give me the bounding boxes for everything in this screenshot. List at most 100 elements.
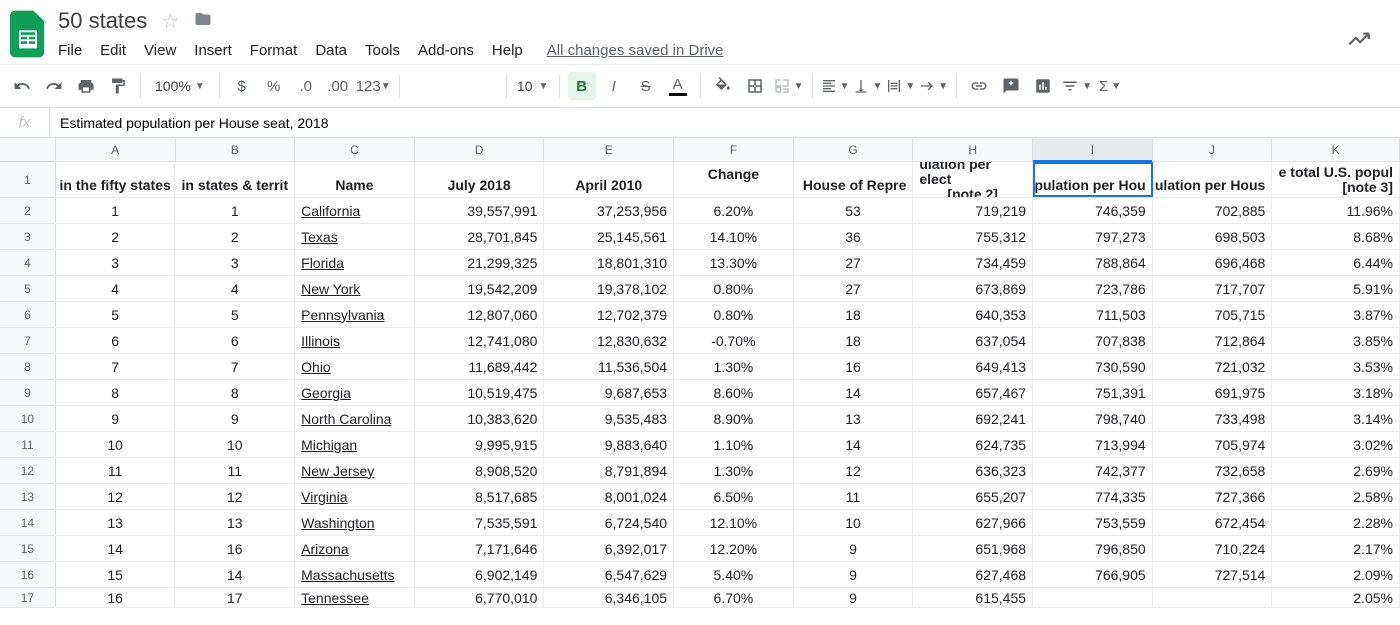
cell[interactable]: 6.70%: [674, 588, 794, 607]
cell[interactable]: 12: [794, 458, 914, 483]
cell[interactable]: 11: [794, 484, 914, 509]
cell[interactable]: 727,366: [1153, 484, 1273, 509]
cell[interactable]: 5: [56, 302, 176, 327]
cell[interactable]: 8.90%: [674, 406, 794, 431]
header-cell[interactable]: Change: [674, 162, 794, 197]
cell[interactable]: 3: [175, 250, 295, 275]
cell[interactable]: 13: [56, 510, 176, 535]
cell[interactable]: 6,547,629: [544, 562, 674, 587]
cell[interactable]: 3.53%: [1272, 354, 1400, 379]
cell[interactable]: 691,975: [1153, 380, 1273, 405]
cell[interactable]: -0.70%: [674, 328, 794, 353]
row-header[interactable]: 3: [0, 224, 56, 249]
cell-link[interactable]: Massachusetts: [295, 562, 415, 587]
cell[interactable]: 2.05%: [1272, 588, 1400, 607]
cell[interactable]: 3.87%: [1272, 302, 1400, 327]
header-cell[interactable]: April 2010: [544, 162, 674, 197]
cell-link[interactable]: Florida: [295, 250, 415, 275]
cell[interactable]: 6: [175, 328, 295, 353]
cell[interactable]: 730,590: [1033, 354, 1153, 379]
cell[interactable]: 9: [56, 406, 176, 431]
insert-comment-button[interactable]: [997, 72, 1025, 100]
header-cell[interactable]: Name: [295, 162, 415, 197]
row-header[interactable]: 2: [0, 198, 56, 223]
text-wrap-button[interactable]: ▼: [886, 72, 915, 100]
folder-icon[interactable]: [193, 10, 213, 33]
star-icon[interactable]: ☆: [161, 9, 179, 34]
cell[interactable]: 25,145,561: [544, 224, 674, 249]
cell[interactable]: [1153, 588, 1273, 607]
cell-link[interactable]: Ohio: [295, 354, 415, 379]
cell[interactable]: 5.91%: [1272, 276, 1400, 301]
cell[interactable]: 788,864: [1033, 250, 1153, 275]
cell[interactable]: 615,455: [913, 588, 1033, 607]
cell[interactable]: 755,312: [913, 224, 1033, 249]
cell[interactable]: 5: [175, 302, 295, 327]
insert-link-button[interactable]: [965, 72, 993, 100]
cell[interactable]: 53: [794, 198, 914, 223]
cell[interactable]: 10: [794, 510, 914, 535]
cell[interactable]: 36: [794, 224, 914, 249]
col-header-K[interactable]: K: [1272, 138, 1400, 161]
cell[interactable]: 734,459: [913, 250, 1033, 275]
cell[interactable]: 3.85%: [1272, 328, 1400, 353]
cell[interactable]: 9,995,915: [415, 432, 545, 457]
header-cell[interactable]: July 2018: [415, 162, 545, 197]
cell[interactable]: 37,253,956: [544, 198, 674, 223]
text-rotation-button[interactable]: ▼: [919, 72, 948, 100]
cell[interactable]: 733,498: [1153, 406, 1273, 431]
cell[interactable]: 11: [175, 458, 295, 483]
formula-input[interactable]: [50, 115, 1400, 131]
menu-format[interactable]: Format: [250, 42, 298, 59]
explore-icon[interactable]: [1346, 26, 1372, 55]
cell[interactable]: 10: [56, 432, 176, 457]
cell[interactable]: 673,869: [913, 276, 1033, 301]
cell[interactable]: 16: [56, 588, 176, 607]
cell-link[interactable]: Virginia: [295, 484, 415, 509]
cell[interactable]: 0.80%: [674, 302, 794, 327]
cell[interactable]: 624,735: [913, 432, 1033, 457]
cell[interactable]: 11: [56, 458, 176, 483]
cell-link[interactable]: Pennsylvania: [295, 302, 415, 327]
cell[interactable]: 3.18%: [1272, 380, 1400, 405]
cell[interactable]: 19,378,102: [544, 276, 674, 301]
cell-link[interactable]: Tennessee: [295, 588, 415, 607]
menu-insert[interactable]: Insert: [194, 42, 232, 59]
cell[interactable]: 1: [175, 198, 295, 223]
row-header[interactable]: 11: [0, 432, 56, 457]
cell[interactable]: 753,559: [1033, 510, 1153, 535]
cell[interactable]: 3: [56, 250, 176, 275]
cell[interactable]: 721,032: [1153, 354, 1273, 379]
cell[interactable]: 9,883,640: [544, 432, 674, 457]
text-color-button[interactable]: A: [664, 72, 692, 100]
col-header-F[interactable]: F: [674, 138, 794, 161]
row-header[interactable]: 5: [0, 276, 56, 301]
cell[interactable]: 7: [175, 354, 295, 379]
cell-link[interactable]: Texas: [295, 224, 415, 249]
merge-cells-button[interactable]: ▼: [773, 72, 804, 100]
cell[interactable]: 746,359: [1033, 198, 1153, 223]
cell[interactable]: 8.60%: [674, 380, 794, 405]
cell[interactable]: 14: [56, 536, 176, 561]
cell[interactable]: 12,830,632: [544, 328, 674, 353]
cell[interactable]: [1033, 588, 1153, 607]
cell[interactable]: 627,468: [913, 562, 1033, 587]
cell[interactable]: 27: [794, 276, 914, 301]
cell[interactable]: 6.20%: [674, 198, 794, 223]
cell[interactable]: 1.10%: [674, 432, 794, 457]
cell[interactable]: 7: [56, 354, 176, 379]
cell[interactable]: 7,535,591: [415, 510, 545, 535]
cell[interactable]: 657,467: [913, 380, 1033, 405]
cell[interactable]: 12,741,080: [415, 328, 545, 353]
cell[interactable]: 636,323: [913, 458, 1033, 483]
cell[interactable]: 723,786: [1033, 276, 1153, 301]
cell[interactable]: 6,346,105: [544, 588, 674, 607]
cell[interactable]: 8,517,685: [415, 484, 545, 509]
row-header[interactable]: 16: [0, 562, 56, 587]
cell[interactable]: 16: [175, 536, 295, 561]
cell[interactable]: 12,702,379: [544, 302, 674, 327]
cell[interactable]: 707,838: [1033, 328, 1153, 353]
cell[interactable]: 17: [175, 588, 295, 607]
cell[interactable]: 9: [794, 588, 914, 607]
col-header-E[interactable]: E: [544, 138, 674, 161]
